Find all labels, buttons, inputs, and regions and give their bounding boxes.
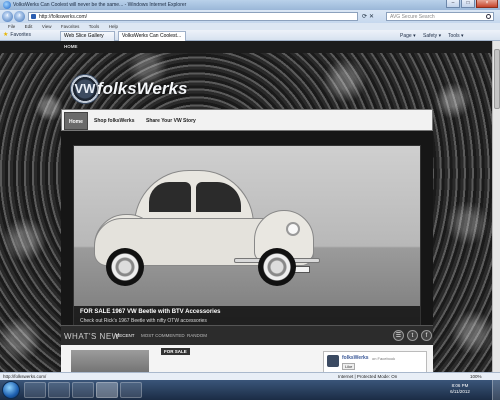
ie-logo-icon — [3, 1, 11, 9]
browser-window-taskbar-icon[interactable] — [96, 382, 118, 398]
menu-edit[interactable]: Edit — [25, 23, 33, 30]
window-titlebar: VolksWerks Can Coolest will never be the… — [0, 0, 500, 10]
address-bar: ‹ › http://folkswerks.com/ ⟳✕ AVG Secure… — [0, 10, 500, 23]
rss-icon[interactable]: ☰ — [393, 330, 404, 341]
status-url: http://folkswerks.com/ — [3, 374, 47, 379]
site-navbar: Home Shop folksWerks Share Your VW Story — [61, 109, 433, 131]
windows-taskbar: 8:06 PM 6/11/2012 — [0, 380, 500, 400]
fb-page-name[interactable]: folksWerks — [342, 355, 369, 361]
facebook-like-box: folksWerks on Facebook Like — [323, 351, 427, 372]
menu-view[interactable]: View — [42, 23, 52, 30]
post-thumbnail[interactable] — [71, 350, 149, 372]
fb-like-button[interactable]: Like — [342, 363, 356, 370]
nav-shop[interactable]: Shop folksWerks — [90, 112, 138, 130]
explorer-taskbar-icon[interactable] — [48, 382, 70, 398]
favorites-button[interactable]: ★ Favorites — [3, 31, 31, 40]
clock[interactable]: 8:06 PM 6/11/2012 — [440, 383, 480, 395]
app-taskbar-icon[interactable] — [120, 382, 142, 398]
search-icon[interactable] — [486, 14, 491, 19]
tab-folkswerks[interactable]: VolksWerks Can Coolest... — [118, 31, 186, 41]
tab-random[interactable]: RANDOM — [187, 333, 207, 338]
window-controls: – □ × — [445, 0, 498, 9]
url-text: http://folkswerks.com/ — [39, 14, 88, 20]
scroll-thumb[interactable] — [494, 49, 500, 109]
menu-file[interactable]: File — [8, 23, 15, 30]
top-strip: HOME — [0, 41, 492, 53]
menu-bar: File Edit View Favorites Tools Help — [0, 23, 500, 30]
start-button[interactable] — [2, 381, 20, 399]
tab-recent[interactable]: RECENT — [116, 333, 135, 338]
tab-most-commented[interactable]: MOST COMMENTED — [141, 333, 185, 338]
safety-menu[interactable]: Safety ▾ — [423, 32, 441, 40]
twitter-icon[interactable]: t — [407, 330, 418, 341]
refresh-stop-icons[interactable]: ⟳✕ — [362, 13, 376, 20]
facebook-icon[interactable]: f — [421, 330, 432, 341]
slide-text: Check out Rick's 1967 Beetle with nifty … — [80, 318, 207, 324]
vw-beetle-image — [94, 170, 320, 290]
top-home-link[interactable]: HOME — [64, 44, 78, 49]
web-page: HOME VW folksWerks Home Shop folksWerks … — [0, 41, 492, 372]
minimize-button[interactable]: – — [446, 0, 460, 8]
menu-tools[interactable]: Tools — [89, 23, 100, 30]
close-button[interactable]: × — [476, 0, 498, 8]
fb-avatar — [327, 355, 339, 367]
vw-badge-icon: VW — [70, 74, 100, 104]
vertical-scrollbar[interactable] — [492, 41, 500, 372]
tools-menu[interactable]: Tools ▾ — [448, 32, 464, 40]
slide-image[interactable]: FOR SALE 1967 VW Beetle with BTV Accesso… — [73, 145, 421, 329]
favorites-label: Favorites — [10, 32, 31, 38]
slide-title[interactable]: FOR SALE 1967 VW Beetle with BTV Accesso… — [80, 309, 221, 315]
nav-share-story[interactable]: Share Your VW Story — [142, 112, 200, 130]
search-input[interactable]: AVG Secure Search — [386, 12, 494, 21]
clock-date: 6/11/2012 — [450, 389, 470, 394]
url-input[interactable]: http://folkswerks.com/ — [28, 12, 358, 21]
nav-home[interactable]: Home — [64, 112, 88, 130]
favorites-bar: ★ Favorites Web Slice Gallery VolksWerks … — [0, 30, 500, 41]
security-zone[interactable]: Internet | Protected Mode: On — [338, 374, 397, 379]
media-taskbar-icon[interactable] — [72, 382, 94, 398]
fb-sub: on Facebook — [372, 356, 396, 361]
page-menu[interactable]: Page ▾ — [400, 32, 416, 40]
back-button[interactable]: ‹ — [2, 11, 13, 22]
search-placeholder: AVG Secure Search — [390, 14, 435, 20]
star-icon: ★ — [3, 32, 9, 38]
section-title: WHAT'S NEW — [64, 332, 120, 341]
show-desktop-button[interactable] — [492, 380, 500, 400]
ie-taskbar-icon[interactable] — [24, 382, 46, 398]
logo-text: folksWerks — [97, 79, 188, 98]
for-sale-badge: FOR SALE — [161, 348, 190, 355]
window-title: VolksWerks Can Coolest will never be the… — [13, 2, 187, 8]
whats-new-bar: WHAT'S NEW RECENT MOST COMMENTED RANDOM … — [61, 325, 433, 345]
menu-favorites[interactable]: Favorites — [61, 23, 80, 30]
site-favicon-icon — [31, 14, 36, 19]
status-bar: http://folkswerks.com/ Internet | Protec… — [0, 372, 500, 380]
vw-badge-text: VW — [74, 81, 96, 96]
tab-web-slice[interactable]: Web Slice Gallery — [60, 31, 115, 41]
menu-help[interactable]: Help — [109, 23, 118, 30]
zoom-level[interactable]: 100% — [470, 374, 482, 379]
content-area: FOR SALE folksWerks on Facebook Like — [61, 345, 433, 372]
forward-button[interactable]: › — [14, 11, 25, 22]
maximize-button[interactable]: □ — [461, 0, 475, 8]
